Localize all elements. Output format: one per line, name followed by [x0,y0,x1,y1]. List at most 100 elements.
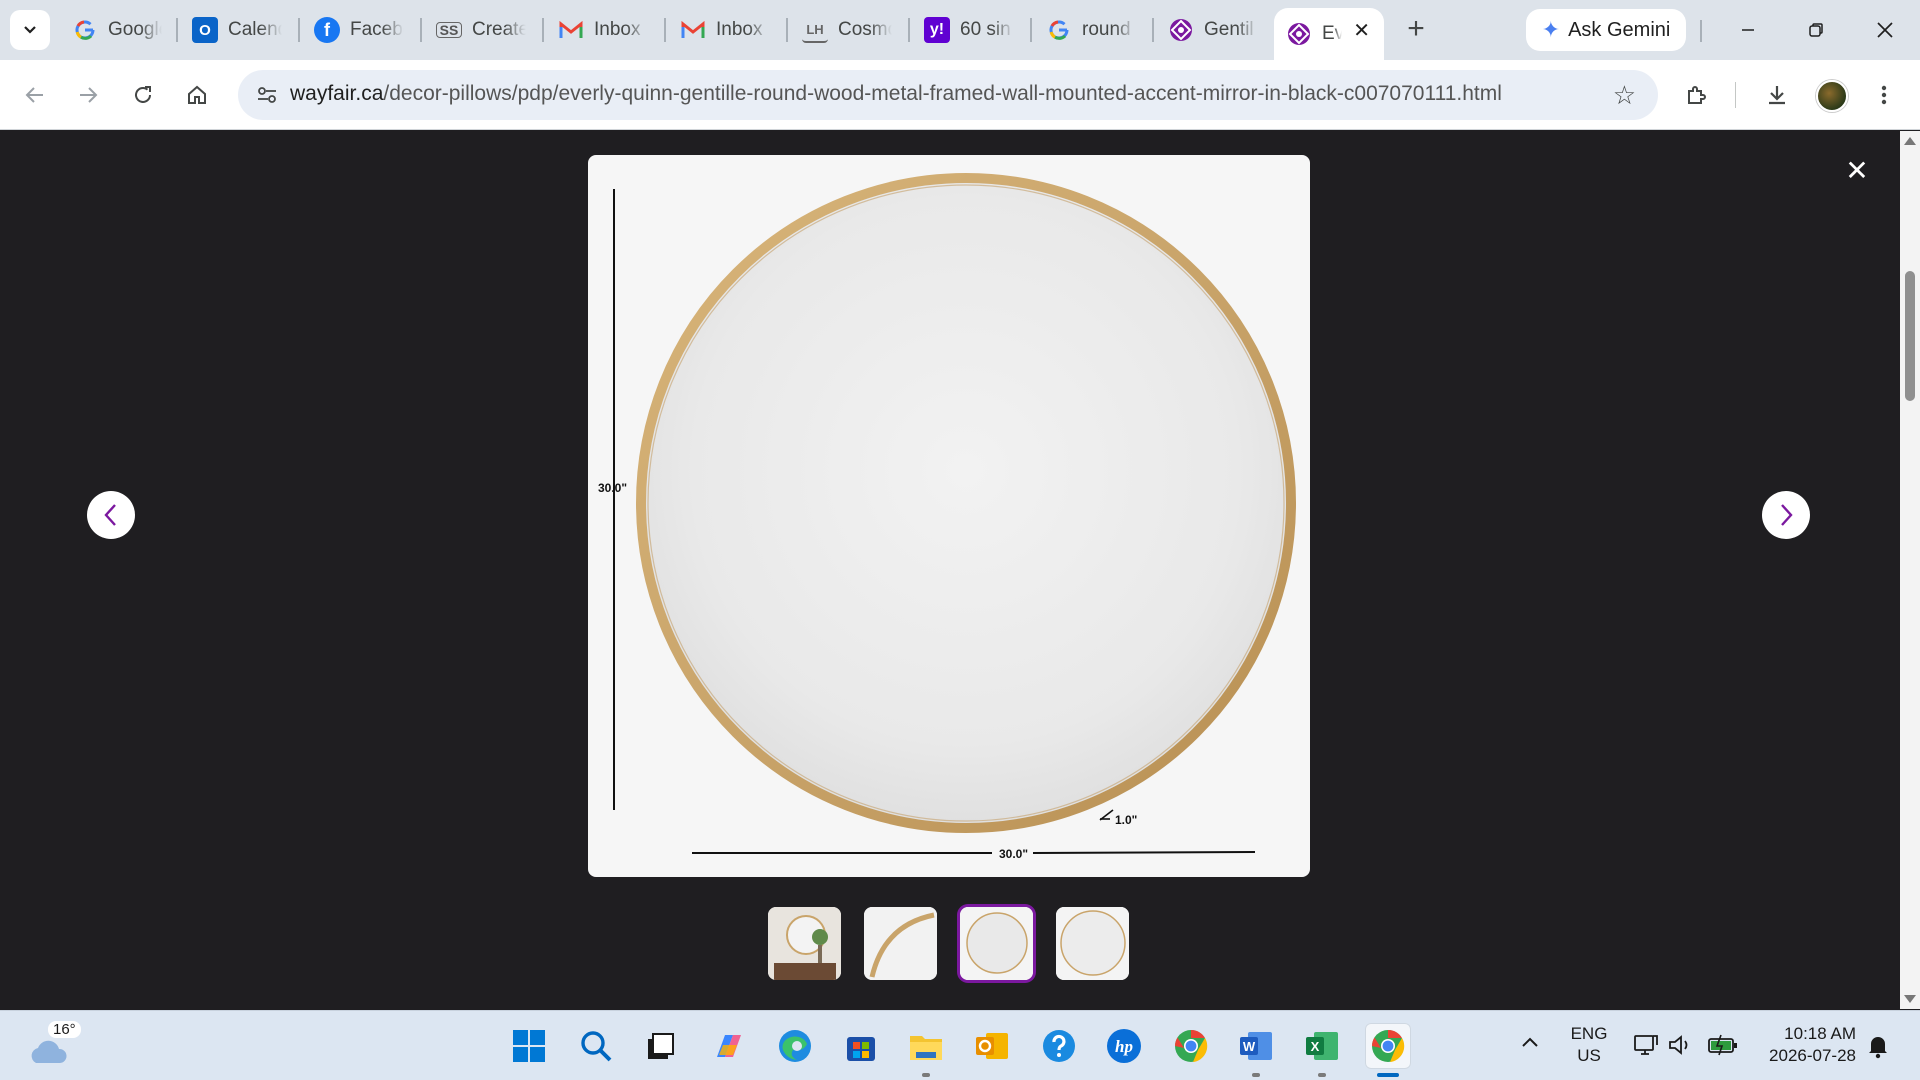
thumbnail-frame-detail[interactable] [864,907,937,980]
tab-inbox-2[interactable]: Inbox [668,8,784,52]
excel-icon: X [1306,1032,1338,1060]
battery-button[interactable] [1707,1033,1739,1063]
close-icon [1877,22,1893,38]
tab-everly-active[interactable]: Ev ✕ [1274,8,1384,60]
scroll-down-arrow[interactable] [1904,995,1916,1003]
yahoo-icon: y! [924,17,950,43]
chrome-icon [1372,1029,1405,1062]
depth-label: 1.0" [1115,813,1138,827]
tab-separator [1030,18,1032,42]
google-icon [1046,17,1072,43]
chrome-active-button[interactable] [1365,1023,1411,1077]
next-image-button[interactable] [1762,491,1810,539]
tab-search-button[interactable] [10,10,50,50]
store-button[interactable] [838,1023,884,1069]
outlook-app-button[interactable] [969,1023,1015,1069]
word-button[interactable]: W [1233,1023,1279,1077]
tab-label: Gentil [1204,19,1254,40]
copilot-button[interactable] [706,1023,752,1069]
site-settings-icon[interactable] [252,80,282,110]
tab-create[interactable]: SS Create [424,8,540,52]
help-button[interactable] [1036,1023,1082,1069]
mirror-dimension-diagram [613,173,1296,854]
battery-charging-icon [1708,1034,1737,1056]
notifications-button[interactable] [1866,1033,1890,1065]
thumbnail-dimensions[interactable] [960,907,1033,980]
arrow-left-icon [25,87,43,103]
close-window-button[interactable] [1860,10,1910,50]
gmail-icon [680,17,706,43]
tab-separator [1152,18,1154,42]
file-explorer-button[interactable] [903,1023,949,1077]
tab-google[interactable]: Google [60,8,176,52]
start-button[interactable] [506,1023,552,1069]
profile-avatar[interactable] [1816,80,1848,112]
tab-facebook[interactable]: f Facebook [302,8,418,52]
excel-button[interactable]: X [1299,1023,1345,1077]
tab-separator [420,18,422,42]
edge-button[interactable] [772,1023,818,1069]
svg-text:hp: hp [1115,1037,1133,1056]
chrome-menu-button[interactable] [1865,76,1903,114]
show-hidden-icons-button[interactable] [1520,1033,1540,1055]
tab-round[interactable]: round [1034,8,1150,52]
previous-image-button[interactable] [87,491,135,539]
tab-inbox-1[interactable]: Inbox [546,8,662,52]
extensions-button[interactable] [1678,76,1716,114]
running-indicator [1252,1073,1260,1077]
minimize-button[interactable] [1723,10,1773,50]
notification-bell-icon [1869,1037,1887,1059]
tab-cosmo[interactable]: LH Cosmo [790,8,906,52]
taskbar-search-button[interactable] [573,1023,619,1069]
reload-button[interactable] [124,76,162,114]
task-view-button[interactable] [637,1023,683,1069]
scroll-up-arrow[interactable] [1904,137,1916,145]
clock-time: 10:18 AM [1784,1024,1856,1043]
url-path: /decor-pillows/pdp/everly-quinn-gentille… [383,82,1502,105]
frame-detail-thumbnail-image [864,907,937,980]
network-button[interactable] [1633,1033,1659,1063]
outlook-icon: O [192,17,218,43]
folder-icon [910,1036,942,1060]
bookmark-star-icon[interactable]: ☆ [1613,80,1636,111]
weather-widget[interactable]: 16° [26,1021,81,1065]
width-label: 30.0" [999,847,1029,861]
chevron-up-icon [1522,1037,1538,1047]
new-tab-button[interactable]: + [1400,14,1432,46]
reload-icon [135,86,151,103]
close-viewer-button[interactable]: ✕ [1842,156,1872,186]
create-icon: SS [436,22,462,38]
forward-button[interactable] [69,76,107,114]
tab-gentille[interactable]: Gentil [1156,8,1272,52]
tab-label: Cosmo [838,19,892,40]
google-icon [72,17,98,43]
thumbnail-strip [768,907,1129,980]
volume-button[interactable] [1667,1033,1693,1063]
restore-button[interactable] [1791,10,1841,50]
language-indicator[interactable]: ENG US [1568,1023,1610,1067]
svg-text:X: X [1311,1039,1320,1054]
thumbnail-front[interactable] [1056,907,1129,980]
home-button[interactable] [178,76,216,114]
address-bar[interactable]: wayfair.ca/decor-pillows/pdp/everly-quin… [238,70,1658,120]
thumbnail-lifestyle[interactable] [768,907,841,980]
tab-separator [786,18,788,42]
ask-gemini-label: Ask Gemini [1568,18,1671,41]
clock[interactable]: 10:18 AM 2026-07-28 [1760,1023,1856,1067]
hp-app-button[interactable]: hp [1101,1023,1147,1069]
help-icon [1043,1030,1075,1062]
chrome-app-button[interactable] [1168,1023,1214,1069]
tab-strip: Google O Calendar f Facebook SS Create I… [0,0,1920,60]
image-viewer-overlay: 30.0" 30.0" 1.0" ✕ [0,131,1900,1009]
scrollbar-thumb[interactable] [1905,271,1915,401]
page-scrollbar[interactable] [1900,131,1920,1009]
tab-yahoo[interactable]: y! 60 sin [912,8,1028,52]
downloads-button[interactable] [1758,76,1796,114]
language-code: ENG [1570,1024,1608,1043]
ask-gemini-button[interactable]: ✦ Ask Gemini [1526,9,1686,51]
restore-icon [1809,23,1823,37]
tab-calendar[interactable]: O Calendar [180,8,296,52]
front-thumbnail-image [1056,907,1129,980]
close-tab-icon[interactable]: ✕ [1353,18,1370,43]
back-button[interactable] [16,76,54,114]
